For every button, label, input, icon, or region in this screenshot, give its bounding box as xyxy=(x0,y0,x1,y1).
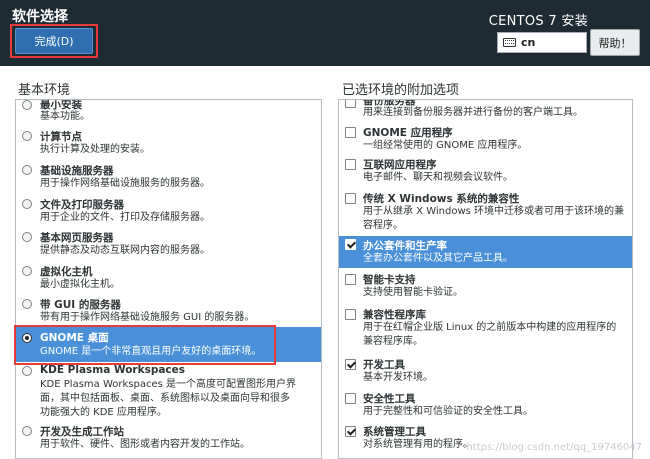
env-title: 虚拟化主机 xyxy=(40,266,93,278)
addon-title: 办公套件和生产率 xyxy=(363,240,447,252)
checkbox[interactable] xyxy=(345,393,356,404)
env-item-kde-plasma[interactable]: KDE Plasma Workspaces KDE Plasma Workspa… xyxy=(16,363,321,421)
addon-desc-line2: 容程序。 xyxy=(363,220,403,231)
addon-item-dev-tools[interactable]: 开发工具 基本开发环境。 xyxy=(339,356,632,386)
page-title: 软件选择 xyxy=(12,9,68,25)
addon-item-legacy-x-windows[interactable]: 传统 X Windows 系统的兼容性 用于从继承 X Windows 环境中迁… xyxy=(339,190,632,234)
env-title: KDE Plasma Workspaces xyxy=(40,364,186,376)
addon-title: 智能卡支持 xyxy=(363,274,416,286)
addon-title: 兼容性程序库 xyxy=(363,309,426,321)
help-button[interactable]: 帮助！ xyxy=(590,29,640,56)
radio-button[interactable] xyxy=(22,165,32,175)
watermark: https://blog.csdn.net/qq_19746047 xyxy=(466,442,642,453)
checkbox[interactable] xyxy=(345,193,356,204)
addon-desc: 基本开发环境。 xyxy=(363,372,433,383)
addon-item-gnome-apps[interactable]: GNOME 应用程序 一组经常使用的 GNOME 应用程序。 xyxy=(339,124,632,154)
env-item-web-server[interactable]: 基本网页服务器 提供静态及动态互联网内容的服务器。 xyxy=(16,229,321,259)
radio-button[interactable] xyxy=(22,100,32,110)
addon-desc: 对系统管理有用的程序。 xyxy=(363,439,473,450)
env-item-compute-node[interactable]: 计算节点 执行计算及处理的安装。 xyxy=(16,128,321,158)
env-item-virtualization-host[interactable]: 虚拟化主机 最小虚拟化主机。 xyxy=(16,263,321,293)
env-desc-line3: 功能强大的 KDE 应用程序。 xyxy=(40,407,167,418)
env-item-server-with-gui[interactable]: 带 GUI 的服务器 带有用于操作网络基础设施服务 GUI 的服务器。 xyxy=(16,296,321,326)
addon-desc-line1: 用于从继承 X Windows 环境中迁移或者可用于该环境的兼 xyxy=(363,206,625,217)
addon-desc: 全套办公套件以及其它产品工具。 xyxy=(363,253,513,264)
env-item-minimal[interactable]: 最小安装 基本功能。 xyxy=(16,100,321,127)
env-item-dev-workstation[interactable]: 开发及生成工作站 用于软件、硬件、图形或者内容开发的工作站。 xyxy=(16,423,321,455)
env-desc: 最小虚拟化主机。 xyxy=(40,279,120,290)
addon-item-compat-libraries[interactable]: 兼容性程序库 用于在红帽企业版 Linux 的之前版本中构建的应用程序的 兼容程… xyxy=(339,306,632,350)
radio-button[interactable] xyxy=(22,131,32,141)
keyboard-layout-label: cn xyxy=(521,36,536,49)
addon-title: 安全性工具 xyxy=(363,393,416,405)
addon-desc: 一组经常使用的 GNOME 应用程序。 xyxy=(363,140,528,151)
env-item-file-print-server[interactable]: 文件及打印服务器 用于企业的文件、打印及存储服务器。 xyxy=(16,196,321,226)
addon-item-smart-card[interactable]: 智能卡支持 支持使用智能卡验证。 xyxy=(339,271,632,301)
env-title: 基本网页服务器 xyxy=(40,232,114,244)
env-title: 计算节点 xyxy=(40,131,82,143)
gnome-desktop-highlight xyxy=(14,325,276,365)
checkbox[interactable] xyxy=(345,127,356,138)
checkbox[interactable] xyxy=(345,100,356,108)
checkbox[interactable] xyxy=(345,159,356,170)
addons-title: 已选环境的附加选项 xyxy=(342,83,460,98)
checkbox[interactable] xyxy=(345,309,356,320)
env-item-infrastructure-server[interactable]: 基础设施服务器 用于操作网络基础设施服务的服务器。 xyxy=(16,162,321,192)
env-desc: 用于操作网络基础设施服务的服务器。 xyxy=(40,178,210,189)
addon-title: 传统 X Windows 系统的兼容性 xyxy=(363,193,520,205)
env-desc: 用于企业的文件、打印及存储服务器。 xyxy=(40,212,210,223)
addon-title: 互联网应用程序 xyxy=(363,159,437,171)
env-desc: 执行计算及处理的安装。 xyxy=(40,144,150,155)
keyboard-icon xyxy=(503,38,516,47)
radio-button[interactable] xyxy=(22,366,32,376)
addon-item-internet-apps[interactable]: 互联网应用程序 电子邮件、聊天和视频会议软件。 xyxy=(339,156,632,186)
top-bar: 软件选择 完成(D) CENTOS 7 安装 cn 帮助！ xyxy=(0,0,650,66)
addon-title: 开发工具 xyxy=(363,359,405,371)
env-desc: 基本功能。 xyxy=(40,111,90,122)
addon-desc: 支持使用智能卡验证。 xyxy=(363,287,463,298)
checkbox-checked[interactable] xyxy=(345,239,356,250)
addon-desc: 用于完整性和可信验证的安全性工具。 xyxy=(363,406,533,417)
env-desc: 带有用于操作网络基础设施服务 GUI 的服务器。 xyxy=(40,312,255,323)
done-button-highlight xyxy=(10,24,98,58)
radio-button[interactable] xyxy=(22,266,32,276)
addon-item-backup-server[interactable]: 备份服务器 用来连接到备份服务器并进行备份的客户端工具。 xyxy=(339,100,632,122)
addon-desc-line2: 兼容程序库。 xyxy=(363,336,423,347)
radio-button[interactable] xyxy=(22,426,32,436)
checkbox-checked[interactable] xyxy=(345,426,356,437)
product-title: CENTOS 7 安装 xyxy=(488,14,588,29)
addon-item-office-suite[interactable]: 办公套件和生产率 全套办公套件以及其它产品工具。 xyxy=(339,236,632,268)
addon-desc-line1: 用于在红帽企业版 Linux 的之前版本中构建的应用程序的 xyxy=(363,322,617,333)
env-title: 开发及生成工作站 xyxy=(40,426,124,438)
addon-desc: 用来连接到备份服务器并进行备份的客户端工具。 xyxy=(363,107,583,118)
addon-title: 系统管理工具 xyxy=(363,426,426,438)
env-desc: 提供静态及动态互联网内容的服务器。 xyxy=(40,245,210,256)
radio-button[interactable] xyxy=(22,199,32,209)
keyboard-layout-indicator[interactable]: cn xyxy=(497,32,587,53)
radio-button[interactable] xyxy=(22,299,32,309)
env-title: 基础设施服务器 xyxy=(40,165,114,177)
addons-list[interactable]: 备份服务器 用来连接到备份服务器并进行备份的客户端工具。 GNOME 应用程序 … xyxy=(338,99,633,459)
env-desc-line2: 面，其中包括面板、桌面、系统图标以及桌面向导和很多 xyxy=(40,393,290,404)
checkbox[interactable] xyxy=(345,274,356,285)
addon-item-security-tools[interactable]: 安全性工具 用于完整性和可信验证的安全性工具。 xyxy=(339,390,632,420)
radio-button[interactable] xyxy=(22,232,32,242)
addon-title: GNOME 应用程序 xyxy=(363,127,453,139)
env-desc: 用于软件、硬件、图形或者内容开发的工作站。 xyxy=(40,439,250,450)
base-environment-list[interactable]: 最小安装 基本功能。 计算节点 执行计算及处理的安装。 基础设施服务器 用于操作… xyxy=(15,99,322,459)
base-environment-title: 基本环境 xyxy=(18,83,71,98)
env-title: 带 GUI 的服务器 xyxy=(40,299,121,311)
checkbox-checked[interactable] xyxy=(345,359,356,370)
addon-desc: 电子邮件、聊天和视频会议软件。 xyxy=(363,172,513,183)
env-title: 文件及打印服务器 xyxy=(40,199,124,211)
env-desc-line1: KDE Plasma Workspaces 是一个高度可配置图形用户界 xyxy=(40,379,296,390)
